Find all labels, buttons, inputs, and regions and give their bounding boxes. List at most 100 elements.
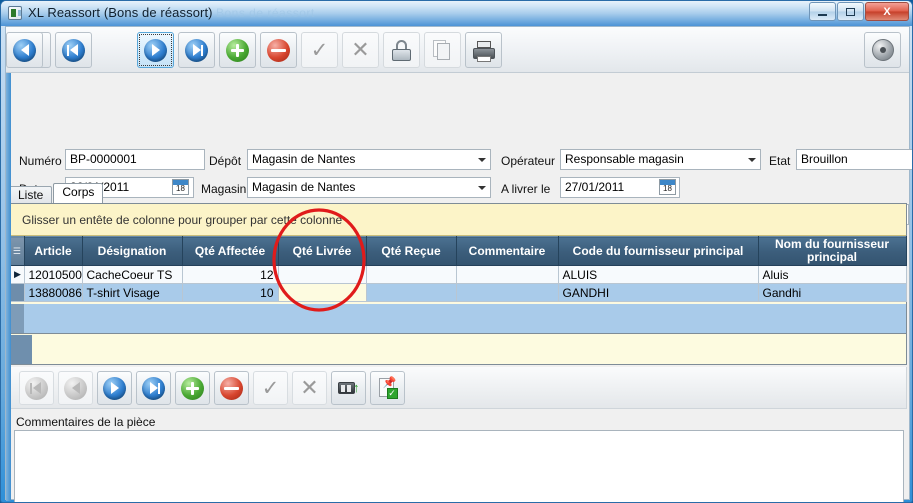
settings-button[interactable] bbox=[864, 32, 901, 68]
lock-button[interactable] bbox=[383, 32, 420, 68]
magasin-value: Magasin de Nantes bbox=[252, 180, 355, 194]
column-header-qte-recue[interactable]: Qté Reçue bbox=[366, 237, 456, 266]
cell-qte-recue[interactable] bbox=[366, 284, 456, 302]
duplicate-button[interactable] bbox=[424, 32, 461, 68]
gear-icon bbox=[872, 39, 894, 61]
last-record-button[interactable] bbox=[178, 32, 215, 68]
lines-grid-panel: Glisser un entête de colonne pour groupe… bbox=[9, 203, 907, 365]
check-icon: ✓ bbox=[262, 378, 280, 399]
first-record-icon bbox=[25, 377, 48, 400]
next-record-icon bbox=[144, 39, 167, 62]
cell-designation[interactable]: CacheCoeur TS bbox=[82, 266, 182, 284]
tab-liste[interactable]: Liste bbox=[9, 186, 52, 203]
previous-record-icon bbox=[64, 377, 87, 400]
minimize-button[interactable] bbox=[809, 2, 836, 21]
depot-select[interactable]: Magasin de Nantes bbox=[247, 149, 491, 170]
group-by-hint-bar[interactable]: Glisser un entête de colonne pour groupe… bbox=[10, 204, 906, 236]
column-header-article[interactable]: Article bbox=[24, 237, 82, 266]
grid-validate-button[interactable]: ✓ bbox=[253, 371, 288, 405]
cell-qte-livree[interactable] bbox=[278, 266, 366, 284]
row-selector[interactable] bbox=[10, 284, 24, 302]
ghost-title-text: Bons de réassort bbox=[216, 6, 315, 20]
cell-qte-livree[interactable] bbox=[278, 284, 366, 302]
column-header-qte-livree[interactable]: Qté Livrée bbox=[278, 237, 366, 266]
group-by-hint-text: Glisser un entête de colonne pour groupe… bbox=[22, 213, 342, 227]
cell-article[interactable]: 12010500: bbox=[24, 266, 82, 284]
row-selector[interactable]: ▶ bbox=[10, 266, 24, 284]
comments-textarea[interactable] bbox=[14, 430, 904, 503]
lines-grid: ☰ Article Désignation Qté Affectée Qté L… bbox=[10, 236, 907, 302]
etat-input[interactable]: Brouillon bbox=[796, 149, 913, 170]
table-row[interactable]: 13880086( T-shirt Visage 10 GANDHI Gandh… bbox=[10, 284, 906, 302]
cancel-button[interactable]: ✕ bbox=[342, 32, 379, 68]
add-record-button[interactable] bbox=[219, 32, 256, 68]
cell-code-fournisseur[interactable]: GANDHI bbox=[558, 284, 758, 302]
numero-input[interactable]: BP-0000001 bbox=[65, 149, 205, 170]
next-record-icon bbox=[103, 377, 126, 400]
operateur-label: Opérateur bbox=[501, 154, 555, 168]
print-button[interactable] bbox=[465, 32, 502, 68]
cell-qte-affectee[interactable]: 12 bbox=[182, 266, 278, 284]
cell-commentaire[interactable] bbox=[456, 266, 558, 284]
grid-import-button[interactable]: ↑ bbox=[331, 371, 366, 405]
printer-icon bbox=[473, 41, 495, 60]
document-check-icon: 📌 ✓ bbox=[378, 377, 398, 399]
cell-commentaire[interactable] bbox=[456, 284, 558, 302]
delete-record-button[interactable] bbox=[260, 32, 297, 68]
column-header-commentaire[interactable]: Commentaire bbox=[456, 237, 558, 266]
last-record-icon bbox=[185, 39, 208, 62]
magasin-select[interactable]: Magasin de Nantes bbox=[247, 177, 491, 198]
cell-qte-recue[interactable] bbox=[366, 266, 456, 284]
minus-circle-icon bbox=[267, 39, 290, 62]
grid-cancel-button[interactable]: ✕ bbox=[292, 371, 327, 405]
magasin-label: Magasin bbox=[201, 182, 246, 196]
cross-icon: ✕ bbox=[351, 39, 369, 61]
depot-value: Magasin de Nantes bbox=[252, 152, 355, 166]
prev-record-button[interactable] bbox=[6, 32, 43, 68]
check-icon: ✓ bbox=[311, 40, 329, 61]
grid-first-row-button[interactable] bbox=[19, 371, 54, 405]
depot-label: Dépôt bbox=[209, 154, 241, 168]
column-header-designation[interactable]: Désignation bbox=[82, 237, 182, 266]
column-header-nom-fournisseur[interactable]: Nom du fournisseur principal bbox=[758, 237, 906, 266]
chevron-down-icon bbox=[478, 158, 486, 162]
grid-header-row: ☰ Article Désignation Qté Affectée Qté L… bbox=[10, 237, 906, 266]
a-livrer-le-label: A livrer le bbox=[501, 182, 550, 196]
cell-designation[interactable]: T-shirt Visage bbox=[82, 284, 182, 302]
grid-last-row-button[interactable] bbox=[136, 371, 171, 405]
a-livrer-le-calendar-icon[interactable]: 18 bbox=[659, 179, 676, 195]
maximize-button[interactable] bbox=[837, 2, 864, 21]
cell-code-fournisseur[interactable]: ALUIS bbox=[558, 266, 758, 284]
grid-add-row-button[interactable] bbox=[175, 371, 210, 405]
column-header-qte-affectee[interactable]: Qté Affectée bbox=[182, 237, 278, 266]
column-header-code-fournisseur[interactable]: Code du fournisseur principal bbox=[558, 237, 758, 266]
cell-qte-affectee[interactable]: 10 bbox=[182, 284, 278, 302]
date-calendar-icon[interactable]: 18 bbox=[172, 179, 189, 195]
previous-record-icon bbox=[13, 39, 36, 62]
grid-prev-row-button[interactable] bbox=[58, 371, 93, 405]
numero-label: Numéro bbox=[19, 154, 62, 168]
first-record-button[interactable] bbox=[55, 32, 92, 68]
title-bar: XL Reassort (Bons de réassort) Bons de r… bbox=[1, 1, 913, 26]
title-bar-left: XL Reassort (Bons de réassort) bbox=[8, 5, 213, 20]
validate-button[interactable]: ✓ bbox=[301, 32, 338, 68]
table-row[interactable]: ▶ 12010500: CacheCoeur TS 12 ALUIS Aluis bbox=[10, 266, 906, 284]
grid-export-button[interactable]: 📌 ✓ bbox=[370, 371, 405, 405]
cell-article[interactable]: 13880086( bbox=[24, 284, 82, 302]
next-record-button[interactable] bbox=[137, 32, 174, 68]
grid-column-chooser[interactable]: ☰ bbox=[10, 237, 24, 266]
application-window: XL Reassort (Bons de réassort) Bons de r… bbox=[0, 0, 913, 503]
grid-delete-row-button[interactable] bbox=[214, 371, 249, 405]
left-gradient-edge bbox=[6, 73, 11, 501]
pages-icon bbox=[433, 40, 452, 61]
operateur-select[interactable]: Responsable magasin bbox=[560, 149, 761, 170]
close-button[interactable]: X bbox=[865, 2, 909, 21]
tab-corps[interactable]: Corps bbox=[53, 183, 103, 203]
comments-label: Commentaires de la pièce bbox=[16, 415, 155, 429]
tab-bar: Liste Corps bbox=[9, 183, 104, 203]
cell-nom-fournisseur[interactable]: Gandhi bbox=[758, 284, 906, 302]
cell-nom-fournisseur[interactable]: Aluis bbox=[758, 266, 906, 284]
minus-circle-icon bbox=[220, 377, 243, 400]
grid-next-row-button[interactable] bbox=[97, 371, 132, 405]
grid-new-row-strip[interactable] bbox=[10, 335, 906, 364]
